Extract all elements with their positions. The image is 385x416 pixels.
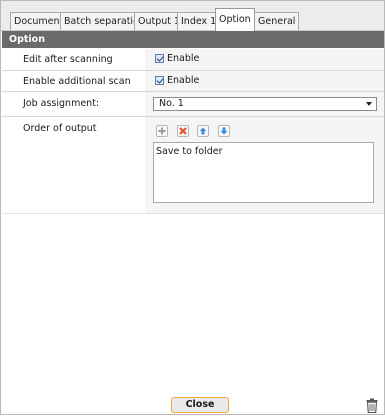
edit-after-scanning-enable-label[interactable]: Enable [167, 53, 199, 64]
tab-bar: Document Batch separation Output 1 Index… [1, 1, 384, 31]
close-button[interactable]: Close [171, 397, 229, 413]
row-job-assignment: Job assignment: No. 1 [2, 92, 384, 117]
order-of-output-label: Order of output [23, 123, 97, 134]
section-header: Option [2, 31, 384, 48]
row-enable-additional-scan: Enable additional scan Enable [2, 71, 384, 92]
move-down-icon[interactable] [218, 125, 230, 137]
enable-additional-scan-label: Enable additional scan [23, 76, 131, 87]
tab-general[interactable]: General [254, 12, 300, 30]
delete-icon[interactable] [177, 125, 189, 137]
output-order-list[interactable]: Save to folder [153, 142, 374, 203]
edit-after-scanning-label: Edit after scanning [23, 54, 113, 65]
tab-option[interactable]: Option [215, 8, 255, 31]
list-item[interactable]: Save to folder [156, 146, 222, 157]
move-up-icon[interactable] [197, 125, 209, 137]
job-assignment-value: No. 1 [159, 98, 184, 109]
tab-document[interactable]: Document [10, 12, 68, 30]
job-settings-panel: Document Batch separation Output 1 Index… [0, 0, 385, 415]
row-edit-after-scanning: Edit after scanning Enable [2, 49, 384, 71]
enable-additional-scan-enable-label[interactable]: Enable [167, 75, 199, 86]
job-assignment-label: Job assignment: [23, 98, 100, 109]
chevron-down-icon [366, 102, 372, 106]
row-order-of-output: Order of output Save to folder [2, 117, 384, 214]
edit-after-scanning-checkbox[interactable] [155, 54, 164, 63]
add-icon[interactable] [156, 125, 168, 137]
trash-icon[interactable] [366, 398, 378, 414]
tab-index-1[interactable]: Index 1 [177, 12, 221, 30]
job-assignment-select[interactable]: No. 1 [153, 97, 377, 111]
enable-additional-scan-checkbox[interactable] [155, 76, 164, 85]
